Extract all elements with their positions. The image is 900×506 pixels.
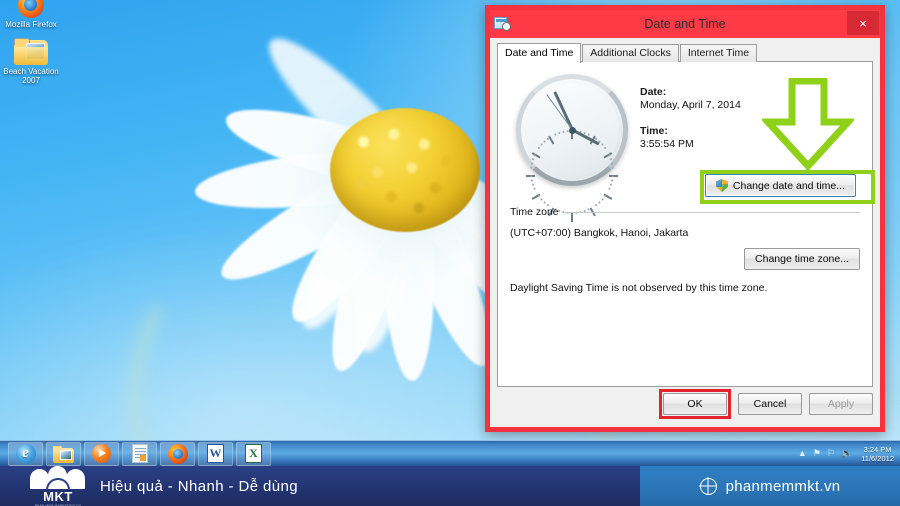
time-value: 3:55:54 PM [640,138,694,150]
taskbar-media-player[interactable] [84,441,119,466]
volume-icon[interactable]: 🔈 [841,449,852,458]
date-time-icon [494,15,511,31]
screen: Mozilla Firefox Beach Vacation 2007 Date… [0,0,900,506]
word-icon [207,444,224,463]
date-value: Monday, April 7, 2014 [640,99,741,111]
tab-panel-date-and-time: Date: Monday, April 7, 2014 Time: 3:55:5… [497,61,873,387]
notepad-icon [131,444,148,463]
dialog-body: Date and Time Additional Clocks Internet… [490,38,880,427]
desktop-icon-label: Mozilla Firefox [5,20,57,29]
internet-explorer-icon [15,443,36,464]
change-date-and-time-button[interactable]: Change date and time... [704,174,856,197]
taskbar-firefox[interactable] [160,441,195,466]
taskbar-word[interactable] [198,441,233,466]
taskbar-internet-explorer[interactable] [8,441,43,466]
dialog-title-bar[interactable]: Date and Time × [490,10,880,38]
clock-minute-hand [553,91,574,131]
analog-clock [516,74,628,222]
taskbar-excel[interactable] [236,441,271,466]
time-zone-group-header: Time zone [510,206,860,218]
desktop-icon-firefox[interactable]: Mozilla Firefox [2,0,60,29]
date-label: Date: [640,86,667,98]
taskbar-buttons [8,441,274,466]
desktop-icon-beach-vacation[interactable]: Beach Vacation 2007 [2,38,60,85]
close-icon[interactable]: × [847,11,879,35]
mkt-logo-text: MKT [43,489,73,504]
tab-date-and-time[interactable]: Date and Time [497,43,582,63]
clock-center-pin [568,126,576,134]
desktop-icon-label: Beach Vacation 2007 [3,67,59,85]
dialog-title: Date and Time [644,17,726,31]
banner-website-area[interactable]: phanmemmkt.vn [640,466,900,506]
cancel-button[interactable]: Cancel [738,393,802,415]
show-hidden-icons-chevron-icon[interactable]: ▲ [798,449,807,458]
taskbar-clock[interactable]: 3:24 PM 11/6/2012 [858,445,894,463]
action-center-icon[interactable]: ⚐ [827,449,835,458]
tab-bar: Date and Time Additional Clocks Internet… [497,43,873,63]
banner-slogan: Hiệu quả - Nhanh - Dễ dùng [100,477,299,495]
mkt-logo: MKT PHAN MEM MARKETING DA KENH [30,466,86,506]
time-zone-value: (UTC+07:00) Bangkok, Hanoi, Jakarta [510,227,689,239]
ok-highlight-box: OK [659,389,731,419]
excel-icon [245,444,262,463]
system-tray: ▲ ⚑ ⚐ 🔈 3:24 PM 11/6/2012 [798,445,900,463]
dialog-footer: OK Cancel Apply [497,388,873,420]
banner-website: phanmemmkt.vn [725,477,841,495]
ok-button[interactable]: OK [663,393,727,415]
taskbar-notepad[interactable] [122,441,157,466]
taskbar-file-explorer[interactable] [46,441,81,466]
daisy-core [330,108,480,232]
globe-icon [699,477,717,495]
bottom-banner: MKT PHAN MEM MARKETING DA KENH Hiệu quả … [0,466,900,506]
tab-additional-clocks[interactable]: Additional Clocks [582,44,679,62]
folder-icon [14,38,48,65]
firefox-icon [18,0,44,18]
change-time-zone-label: Change time zone... [755,253,849,265]
banner-brand-area: MKT PHAN MEM MARKETING DA KENH Hiệu quả … [0,466,640,506]
apply-button: Apply [809,393,873,415]
clock-date: 11/6/2012 [861,453,894,463]
media-player-icon [92,444,111,463]
time-zone-label: Time zone [510,206,559,218]
network-flag-icon[interactable]: ⚑ [813,449,821,458]
firefox-icon [167,443,188,464]
file-explorer-icon [53,446,74,463]
clock-time: 3:24 PM [863,444,892,454]
change-time-zone-button[interactable]: Change time zone... [744,248,860,270]
group-divider [564,211,860,213]
date-time-readout: Date: Monday, April 7, 2014 Time: 3:55:5… [640,86,741,164]
taskbar: ▲ ⚑ ⚐ 🔈 3:24 PM 11/6/2012 [0,440,900,466]
tab-internet-time[interactable]: Internet Time [679,44,758,62]
daylight-saving-text: Daylight Saving Time is not observed by … [510,282,768,294]
time-label: Time: [640,125,668,137]
date-and-time-dialog: Date and Time × Date and Time Additional… [485,5,885,432]
uac-shield-icon [715,179,728,192]
change-date-and-time-label: Change date and time... [732,179,845,192]
